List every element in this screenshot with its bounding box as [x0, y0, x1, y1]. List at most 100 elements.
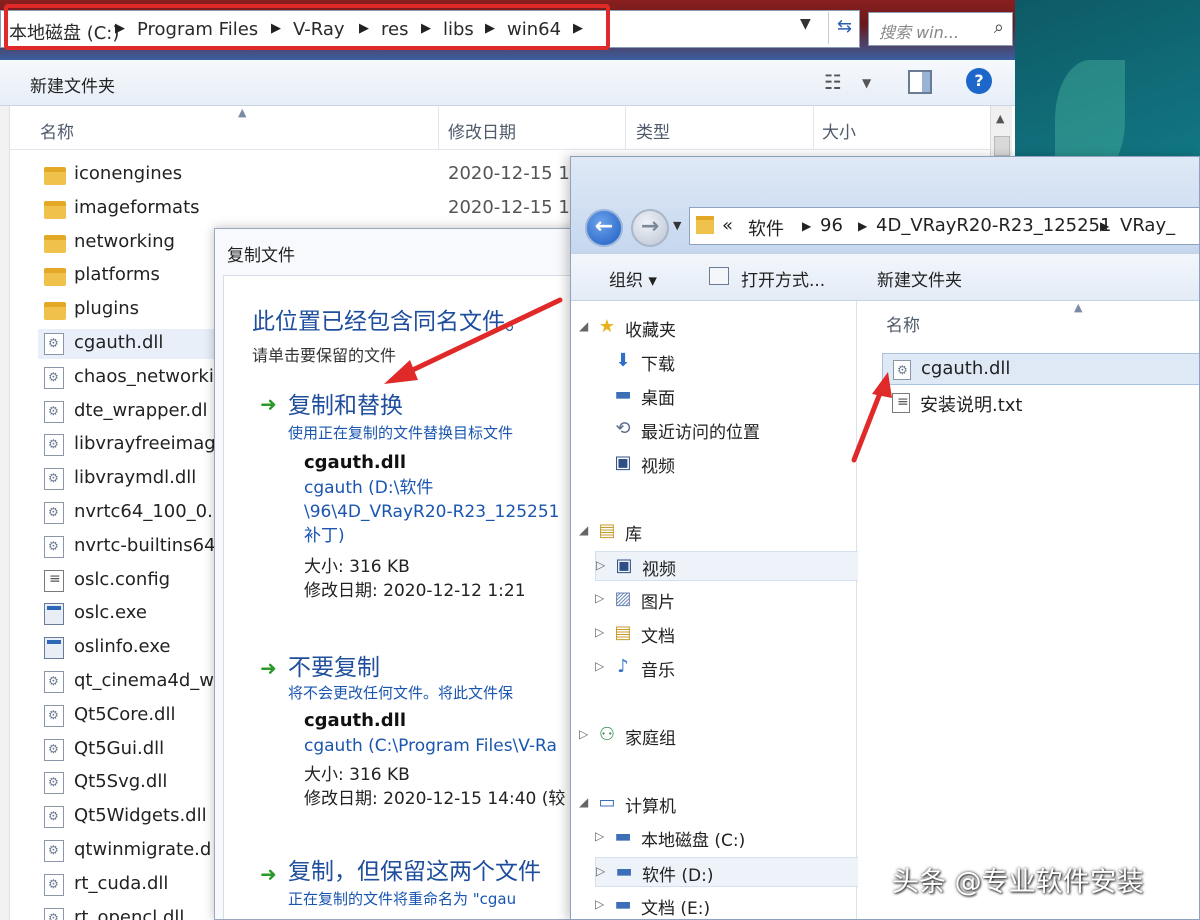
help-icon[interactable]: ?	[966, 68, 992, 94]
nav-item[interactable]: ▬ 桌面	[595, 381, 865, 411]
column-size[interactable]: 大小	[822, 118, 856, 143]
column-modified[interactable]: 修改日期	[448, 118, 516, 143]
refresh-icon[interactable]: ⇆	[828, 12, 860, 44]
folder-icon	[44, 302, 66, 321]
nav-item[interactable]: ⬇ 下载	[595, 347, 865, 377]
nav-item-icon: ▬	[614, 826, 632, 847]
nav-item[interactable]: ⟲ 最近访问的位置	[595, 415, 865, 445]
expand-arrow-icon[interactable]: ▷	[596, 558, 605, 572]
column-divider[interactable]	[625, 106, 626, 150]
breadcrumb-separator-icon[interactable]: ▶	[858, 219, 867, 233]
scroll-up-icon[interactable]: ▲	[996, 112, 1004, 125]
nav-item[interactable]: ▷ ▤ 文档	[595, 619, 865, 649]
nav-item-icon: ▤	[614, 622, 632, 643]
nav-item-icon: ▤	[598, 520, 616, 541]
option-title[interactable]: 复制和替换	[288, 386, 403, 420]
history-dropdown-icon[interactable]: ▼	[673, 219, 681, 232]
dll-file-icon	[44, 468, 64, 491]
breadcrumb-separator-icon[interactable]: ▶	[1100, 219, 1109, 233]
breadcrumb-item[interactable]: 96	[820, 215, 843, 236]
option-title[interactable]: 复制，但保留这两个文件	[288, 852, 541, 886]
nav-item-icon: ⟲	[615, 418, 631, 439]
nav-item-label: 视频	[642, 560, 676, 580]
breadcrumb-separator-icon[interactable]: ▶	[802, 219, 811, 233]
expand-arrow-icon[interactable]: ▷	[579, 727, 588, 741]
file-list: ▲ 名称 cgauth.dll 安装说明.txt	[858, 301, 1199, 919]
column-divider[interactable]	[813, 106, 814, 150]
highlight-outline	[4, 4, 610, 50]
nav-item[interactable]: ▣ 视频	[595, 449, 865, 479]
nav-item-label: 文档	[641, 627, 675, 647]
breadcrumb-item[interactable]: VRay_	[1120, 215, 1175, 236]
nav-item[interactable]: ▷ ▬ 软件 (D:)	[595, 857, 865, 887]
view-options-icon[interactable]: ☷	[824, 70, 842, 94]
expand-arrow-icon[interactable]: ▷	[595, 591, 604, 605]
nav-item-label: 最近访问的位置	[641, 423, 760, 443]
view-dropdown-icon[interactable]: ▼	[862, 76, 871, 90]
nav-item[interactable]: ▷ ⚇ 家庭组	[579, 721, 849, 751]
option-title[interactable]: 不要复制	[288, 648, 380, 682]
file-row[interactable]: 安装说明.txt	[882, 387, 1199, 419]
file-name: Qt5Widgets.dll	[74, 805, 207, 827]
dll-file-icon	[44, 704, 64, 727]
preview-pane-icon[interactable]	[908, 70, 932, 94]
column-name[interactable]: 名称	[40, 118, 74, 143]
new-folder-button[interactable]: 新建文件夹	[30, 72, 115, 97]
file-date: 2020-12-15 1	[448, 196, 570, 218]
address-dropdown-icon[interactable]: ▼	[800, 16, 811, 32]
folder-icon	[696, 216, 714, 234]
file-name: qtwinmigrate.d	[74, 839, 212, 860]
expand-arrow-icon[interactable]: ▷	[595, 659, 604, 673]
expand-arrow-icon[interactable]: ◢	[579, 523, 588, 537]
option-path-line: \96\4D_VRayR20-R23_125251	[304, 502, 560, 522]
column-divider[interactable]	[438, 106, 439, 150]
forward-button[interactable]: →	[631, 209, 669, 247]
nav-item-label: 视频	[641, 457, 675, 477]
expand-arrow-icon[interactable]: ◢	[579, 795, 588, 809]
red-arrow-annotation	[384, 297, 563, 384]
left-scrollbar[interactable]	[0, 106, 10, 920]
open-with-button[interactable]: 打开方式...	[741, 266, 825, 291]
back-button[interactable]: ←	[585, 209, 623, 247]
search-input[interactable]: 搜索 win... ⌕	[868, 12, 1013, 46]
nav-item-icon: ▨	[614, 588, 632, 609]
breadcrumb-item[interactable]: «	[722, 215, 733, 236]
file-date: 2020-12-15 1	[448, 163, 570, 184]
expand-arrow-icon[interactable]: ◢	[579, 319, 588, 333]
nav-item[interactable]: ◢ ▤ 库	[579, 517, 849, 547]
address-bar[interactable]: «软件 ▶ 96 ▶ 4D_VRayR20-R23_125251 ▶ VRay_	[689, 207, 1199, 245]
nav-item-icon: ▣	[614, 452, 632, 473]
front-explorer-window: ← → ▼ «软件 ▶ 96 ▶ 4D_VRayR20-R23_125251 ▶ VRay_…	[570, 156, 1200, 920]
breadcrumb-item[interactable]: 4D_VRayR20-R23_125251	[876, 215, 1111, 236]
breadcrumb-item[interactable]: 软件	[748, 215, 784, 241]
expand-arrow-icon[interactable]: ▷	[596, 864, 605, 878]
organize-menu[interactable]: 组织 ▾	[609, 266, 657, 291]
dll-file-icon	[44, 366, 64, 389]
nav-item[interactable]: ▷ ▬ 文档 (E:)	[595, 891, 865, 920]
nav-item[interactable]: ◢ ★ 收藏夹	[579, 313, 849, 343]
file-name: rt_opencl.dll	[74, 906, 185, 920]
dll-file-icon	[44, 907, 64, 920]
expand-arrow-icon[interactable]: ▷	[595, 897, 604, 911]
option-path-line: cgauth (C:\Program Files\V-Ra	[304, 736, 557, 756]
file-row[interactable]: cgauth.dll	[882, 353, 1199, 385]
scroll-thumb[interactable]	[994, 136, 1010, 156]
file-name: qt_cinema4d_w	[74, 670, 215, 691]
nav-item[interactable]: ▷ ♪ 音乐	[595, 653, 865, 683]
nav-item-icon: ★	[598, 316, 616, 337]
nav-item[interactable]: ▷ ▨ 图片	[595, 585, 865, 615]
navigation-pane: ◢ ★ 收藏夹 ⬇ 下载 ▬ 桌面 ⟲ 最近访问的位置 ▣ 视频 ◢ ▤ 库 ▷ ▣ 视频 ▷ ▨ 图片 ▷ ▤ 文档 ▷ ♪ 音…	[571, 301, 865, 919]
file-name: oslc.exe	[74, 602, 147, 624]
nav-item-icon: ▬	[614, 894, 632, 915]
column-name[interactable]: 名称	[886, 311, 920, 336]
file-name: rt_cuda.dll	[74, 872, 169, 894]
column-type[interactable]: 类型	[636, 118, 670, 143]
expand-arrow-icon[interactable]: ▷	[595, 829, 604, 843]
nav-item[interactable]: ◢ ▭ 计算机	[579, 789, 849, 819]
nav-item[interactable]: ▷ ▬ 本地磁盘 (C:)	[595, 823, 865, 853]
expand-arrow-icon[interactable]: ▷	[595, 625, 604, 639]
new-folder-button[interactable]: 新建文件夹	[877, 266, 962, 291]
nav-item[interactable]: ▷ ▣ 视频	[595, 551, 865, 581]
file-name: dte_wrapper.dl	[74, 399, 208, 421]
dll-file-icon	[44, 502, 64, 524]
